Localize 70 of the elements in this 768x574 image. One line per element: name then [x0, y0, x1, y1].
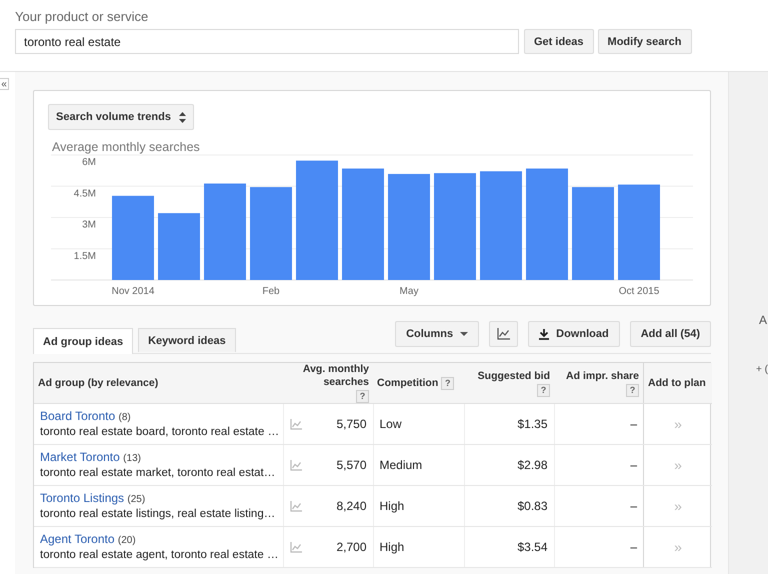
y-axis-label: 3M [82, 220, 96, 230]
x-axis-label: Feb [262, 286, 280, 297]
table-cell: 5,750 [336, 417, 366, 431]
search-action-button[interactable]: Modify search [598, 29, 692, 54]
table-cell: 2,700 [336, 540, 366, 554]
keyword-list: toronto real estate market, toronto real estat… [40, 466, 276, 480]
search-field[interactable]: toronto real estate [15, 29, 519, 54]
keyword-list: toronto real estate agent, toronto real estate … [40, 548, 276, 562]
keyword-count: (20) [118, 534, 136, 546]
table-cell: Low [380, 417, 402, 431]
ad-group-link[interactable]: Board Toronto [40, 408, 116, 422]
column-header: Competition [377, 376, 438, 390]
table-cell: $3.54 [517, 540, 548, 554]
y-axis-label: 4.5M [74, 188, 96, 200]
table-cell: – [630, 417, 637, 431]
help-icon[interactable]: ? [356, 390, 369, 403]
table-cell: Medium [380, 458, 422, 472]
line-chart-icon[interactable] [290, 542, 302, 552]
keyword-list: toronto real estate listings, real estate listing… [40, 506, 276, 522]
table-cell: – [630, 540, 637, 554]
table-cell: High [380, 499, 404, 513]
side-panel-title: A [759, 313, 768, 327]
column-header: Ad impr. share [566, 370, 639, 382]
table-cell: 5,570 [336, 458, 366, 472]
chart-title: Average monthly searches [52, 140, 201, 154]
ad-group-link[interactable]: Toronto Listings [40, 490, 124, 504]
line-chart-icon[interactable] [290, 460, 302, 470]
search-action-button[interactable]: Get ideas [524, 29, 594, 54]
keyword-count: (25) [127, 494, 146, 504]
ad-group-link[interactable]: Agent Toronto [40, 532, 115, 546]
keyword-count: (8) [118, 412, 131, 422]
table-cell: 8,240 [336, 499, 366, 513]
keyword-count: (13) [123, 452, 141, 464]
download-icon [539, 328, 550, 340]
tab[interactable]: Keyword ideas [138, 328, 236, 352]
caret-icon [460, 332, 468, 336]
chart-selector[interactable]: Search volume trends [48, 104, 194, 130]
help-icon[interactable]: ? [441, 376, 454, 390]
sort-icon [178, 112, 186, 122]
help-icon[interactable]: ? [626, 384, 639, 396]
help-icon[interactable]: ? [537, 384, 550, 396]
column-header: Ad group (by relevance) [38, 376, 158, 390]
table-cell: – [630, 499, 637, 513]
column-header: Suggested bid [478, 370, 550, 382]
table-cell: – [630, 458, 637, 472]
table-cell: $1.35 [517, 417, 548, 431]
columns-dropdown[interactable]: Columns [395, 321, 480, 347]
table-cell: $2.98 [517, 458, 548, 472]
column-header: Add to plan [648, 376, 706, 390]
field-label: Your product or service [15, 9, 150, 24]
y-axis-label: 6M [82, 157, 96, 168]
chart-bar [158, 213, 200, 280]
y-axis-label: 1.5M [74, 250, 96, 262]
table-cell: High [380, 540, 404, 554]
column-header: Avg. monthly searches [302, 363, 369, 389]
line-chart-icon [497, 328, 510, 340]
collapse-button[interactable]: « [0, 78, 9, 90]
ad-group-link[interactable]: Market Toronto [40, 450, 120, 464]
x-axis-label: May [400, 286, 418, 297]
tab[interactable]: Ad group ideas [33, 328, 134, 354]
x-axis-label: Oct 2015 [618, 286, 660, 297]
side-panel-link[interactable]: + ( [756, 364, 768, 375]
line-chart-icon[interactable] [290, 418, 302, 430]
chart-button[interactable] [489, 321, 518, 347]
table-cell: $0.83 [517, 499, 548, 513]
add-all-button[interactable]: Add all (54) [630, 321, 711, 347]
x-axis-label: Nov 2014 [112, 286, 154, 297]
line-chart-icon[interactable] [290, 500, 302, 512]
download-button[interactable]: Download [528, 321, 620, 347]
keyword-list: toronto real estate board, toronto real estate … [40, 424, 276, 440]
